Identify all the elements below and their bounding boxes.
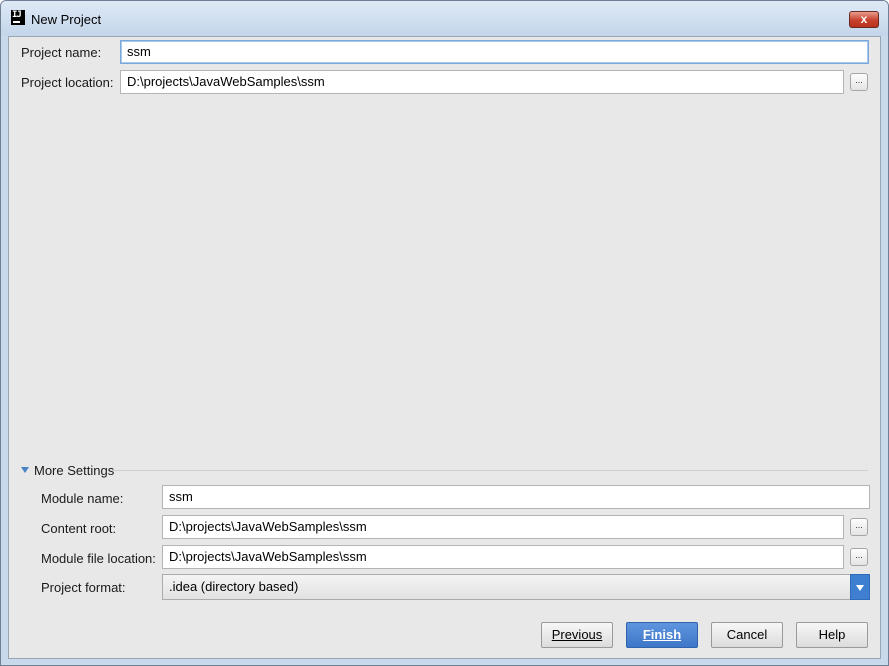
intellij-app-icon: IJ	[11, 10, 25, 25]
project-location-label: Project location:	[21, 75, 114, 90]
cancel-button[interactable]: Cancel	[711, 622, 783, 648]
previous-button[interactable]: Previous	[541, 622, 613, 648]
title-bar: IJ New Project x	[1, 1, 888, 36]
project-name-input[interactable]: ssm	[120, 40, 869, 64]
more-settings-label: More Settings	[34, 463, 115, 478]
module-name-input[interactable]: ssm	[162, 485, 870, 509]
content-root-label: Content root:	[41, 521, 117, 536]
project-location-browse-button[interactable]: ...	[850, 73, 868, 91]
expand-triangle-icon	[21, 467, 29, 473]
finish-button-label: Finish	[642, 627, 682, 642]
project-format-label: Project format:	[41, 580, 126, 595]
project-name-label: Project name:	[21, 45, 102, 60]
module-name-label: Module name:	[41, 491, 124, 506]
dialog-content: Project name: ssm Project location: D:\p…	[8, 36, 881, 659]
window-title: New Project	[31, 12, 102, 27]
help-button-label: Help	[818, 627, 846, 642]
project-location-input[interactable]: D:\projects\JavaWebSamples\ssm	[120, 70, 844, 94]
module-file-location-browse-button[interactable]: ...	[850, 548, 868, 566]
content-root-input[interactable]: D:\projects\JavaWebSamples\ssm	[162, 515, 844, 539]
module-file-location-input[interactable]: D:\projects\JavaWebSamples\ssm	[162, 545, 844, 569]
more-settings-toggle[interactable]: More Settings	[21, 463, 114, 479]
cancel-button-label: Cancel	[726, 627, 768, 642]
section-divider	[111, 470, 868, 471]
module-file-location-label: Module file location:	[41, 551, 156, 566]
previous-button-label: Previous	[551, 627, 603, 642]
finish-button[interactable]: Finish	[626, 622, 698, 648]
content-root-browse-button[interactable]: ...	[850, 518, 868, 536]
dropdown-arrow-icon[interactable]	[850, 574, 870, 600]
help-button[interactable]: Help	[796, 622, 868, 648]
new-project-window: IJ New Project x Project name: ssm Proje…	[0, 0, 889, 666]
project-format-select[interactable]: .idea (directory based)	[162, 574, 851, 600]
close-button[interactable]: x	[849, 11, 879, 28]
